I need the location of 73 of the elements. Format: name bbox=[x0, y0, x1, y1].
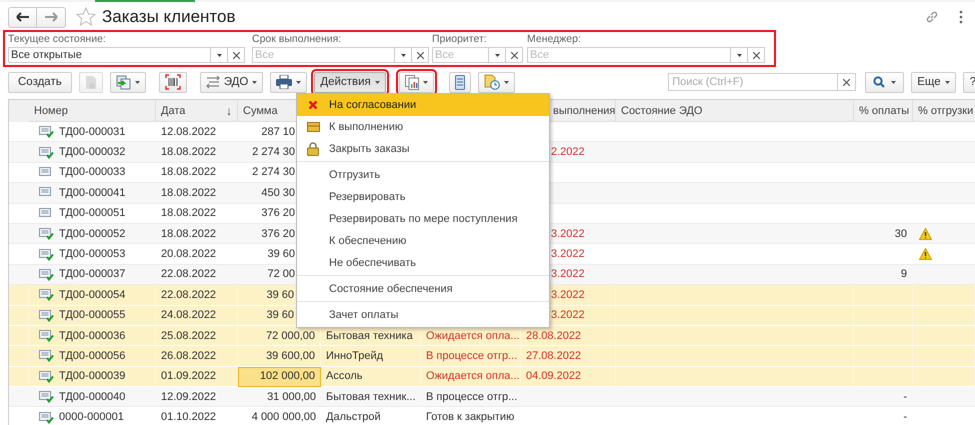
table-cell: 287 10 bbox=[261, 126, 295, 138]
table-cell: ТД00-000051 bbox=[59, 207, 126, 220]
table-cell: 39 60 bbox=[266, 309, 294, 322]
table-cell: 12.08.2022 bbox=[161, 126, 216, 138]
table-cell: 72 00 bbox=[267, 268, 295, 280]
table-cell: Ожидается опла... bbox=[426, 370, 520, 382]
table-cell: 30 bbox=[894, 228, 907, 240]
table-cell: ТД00-000055 bbox=[59, 309, 126, 322]
filter-label: Менеджер: bbox=[527, 33, 582, 47]
table-cell: ТД00-000053 bbox=[59, 248, 126, 260]
table-cell: 2 274 30 bbox=[252, 146, 295, 158]
table-cell: ТД00-000036 bbox=[59, 330, 126, 342]
filter-label: Приоритет: bbox=[432, 33, 488, 47]
table-cell: Бытовая техника bbox=[326, 330, 413, 342]
table-cell: 31 000,00 bbox=[267, 390, 316, 403]
table-cell: 450 30 bbox=[261, 186, 295, 199]
table-cell: 0000-000001 bbox=[59, 411, 124, 424]
table-cell: 04.09.2022 bbox=[526, 370, 582, 382]
table-cell: 376 20 bbox=[261, 228, 295, 240]
table-cell: 4 000 000,00 bbox=[252, 411, 316, 424]
table-cell: ТД00-000040 bbox=[59, 390, 126, 403]
table-cell: 12.09.2022 bbox=[161, 390, 216, 403]
table-cell: 18.08.2022 bbox=[161, 207, 216, 220]
table-cell: Дальстрой bbox=[326, 411, 381, 424]
filter-label: Текущее состояние: bbox=[8, 33, 107, 47]
table-cell: 25.08.2022 bbox=[161, 330, 216, 342]
table-cell: 28.08.2022 bbox=[526, 330, 582, 342]
table-cell: 18.08.2022 bbox=[161, 166, 216, 178]
table-cell: Готов к закрытию bbox=[426, 411, 514, 424]
table-cell: Ассоль bbox=[326, 370, 362, 382]
table-cell: ТД00-000032 bbox=[59, 146, 126, 158]
filter-label: Срок выполнения: bbox=[252, 33, 342, 47]
table-cell: 01.10.2022 bbox=[161, 411, 216, 424]
table-cell: ТД00-000039 bbox=[59, 370, 126, 382]
table-cell: ТД00-000037 bbox=[59, 268, 126, 280]
table-cell: 3.2022 bbox=[551, 228, 585, 240]
table-cell: 3.2022 bbox=[551, 309, 585, 322]
table-cell: 2 274 30 bbox=[252, 166, 295, 178]
table-cell: ТД00-000056 bbox=[59, 350, 126, 362]
table-cell: Ожидается опла... bbox=[426, 330, 520, 342]
table-cell: 18.08.2022 bbox=[161, 228, 216, 240]
table-cell: 22.08.2022 bbox=[161, 288, 216, 301]
table-cell: 2.2022 bbox=[551, 146, 585, 158]
table-cell: 18.08.2022 bbox=[161, 186, 216, 199]
table-cell: 3.2022 bbox=[551, 268, 585, 280]
table-cell: 376 20 bbox=[261, 207, 295, 220]
table-cell: 9 bbox=[900, 268, 907, 280]
table-cell: 3.2022 bbox=[551, 288, 585, 301]
table-cell: ТД00-000041 bbox=[59, 186, 126, 199]
table-cell: Бытовая техник... bbox=[326, 390, 416, 403]
table-cell: 102 000,00 bbox=[260, 370, 315, 382]
table-cell: 27.08.2022 bbox=[526, 350, 582, 362]
table-cell: 39 60 bbox=[267, 248, 295, 260]
table-cell: 72 000,00 bbox=[266, 330, 315, 342]
table-cell: 18.08.2022 bbox=[161, 146, 216, 158]
table-cell: 26.08.2022 bbox=[161, 350, 216, 362]
table-cell: 3.2022 bbox=[551, 248, 585, 260]
table-cell: ТД00-000052 bbox=[59, 228, 126, 240]
table-cell: В процессе отгр... bbox=[426, 350, 518, 362]
table-cell: 39 600,00 bbox=[266, 350, 315, 362]
table-cell: 22.08.2022 bbox=[161, 268, 216, 280]
table-cell: 01.09.2022 bbox=[161, 370, 216, 382]
table-cell: 20.08.2022 bbox=[161, 248, 216, 260]
window-title: Заказы клиентов bbox=[102, 7, 236, 27]
table-cell: ТД00-000031 bbox=[59, 126, 126, 138]
table-cell: ИнноТрейд bbox=[326, 350, 384, 362]
table-cell: 24.08.2022 bbox=[161, 309, 216, 322]
table-cell: В процессе отгр... bbox=[426, 390, 518, 403]
table-cell: ТД00-000033 bbox=[59, 166, 126, 178]
table-cell: - bbox=[903, 390, 907, 403]
table-cell: ТД00-000054 bbox=[59, 288, 126, 301]
table-cell: - bbox=[903, 411, 907, 424]
table-cell: 39 60 bbox=[266, 288, 294, 301]
